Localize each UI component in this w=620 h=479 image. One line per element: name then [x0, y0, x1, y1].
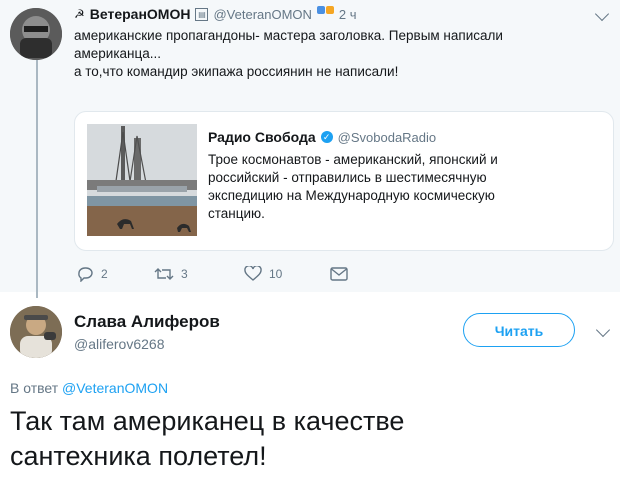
- avatar-image: [10, 306, 62, 358]
- author-handle[interactable]: @VeteranOMON: [213, 7, 311, 22]
- chevron-down-icon[interactable]: [595, 322, 611, 338]
- quoted-tweet-image: [87, 124, 197, 236]
- reply-text-line: Так там американец в качестве: [10, 406, 405, 436]
- verified-badge-icon: ✓: [320, 131, 333, 143]
- avatar[interactable]: [10, 8, 62, 60]
- reply-to-prefix: В ответ: [10, 380, 59, 396]
- reply-to-handle-link[interactable]: @VeteranOMON: [62, 380, 168, 396]
- tweet-header: ☭ ВетеранОМОН ▤ @VeteranOMON 2 ч: [74, 5, 357, 23]
- quoted-text-line: экспедицию на Международную космическую: [208, 188, 495, 203]
- hammer-sickle-icon: ☭: [74, 7, 85, 21]
- star-emoji-icon: [325, 6, 334, 14]
- profile-emoji-icons: [316, 6, 334, 14]
- tweet-actions: 2 3 10: [76, 264, 348, 284]
- author-name[interactable]: Слава Алиферов: [74, 312, 220, 332]
- reply-button[interactable]: 2: [76, 266, 154, 282]
- quoted-author-name[interactable]: Радио Свобода: [208, 129, 316, 145]
- quoted-tweet-header: Радио Свобода ✓ @SvobodaRadio: [208, 129, 436, 145]
- tweet-text: американские пропагандоны- мастера загол…: [74, 27, 594, 81]
- reply-text-line: сантехника полетел!: [10, 441, 267, 471]
- like-count: 10: [269, 267, 283, 281]
- quoted-text-line: станцию.: [208, 206, 265, 221]
- reply-icon: [78, 267, 93, 282]
- envelope-icon: [330, 267, 348, 281]
- reply-count: 2: [101, 267, 108, 281]
- avatar-image: [10, 8, 62, 60]
- thread-line: [36, 58, 38, 298]
- card-icon: ▤: [195, 7, 209, 21]
- direct-message-button[interactable]: [330, 267, 348, 281]
- chevron-down-icon[interactable]: [594, 6, 610, 22]
- launch-site-photo: [87, 124, 197, 236]
- retweet-icon: [154, 268, 174, 280]
- quoted-text-line: Трое космонавтов - американский, японски…: [208, 152, 498, 167]
- like-button[interactable]: 10: [244, 266, 330, 282]
- retweet-button[interactable]: 3: [154, 266, 244, 282]
- quoted-tweet-text: Трое космонавтов - американский, японски…: [208, 151, 543, 223]
- tweet-time[interactable]: 2 ч: [339, 7, 357, 22]
- tweet-text-line: а то,что командир экипажа россиянин не н…: [74, 64, 399, 79]
- reply-context: В ответ @VeteranOMON: [10, 380, 168, 396]
- quoted-author-handle[interactable]: @SvobodaRadio: [338, 130, 436, 145]
- tweet-text-line: американца...: [74, 46, 162, 61]
- reply-tweet-text: Так там американец в качестве сантехника…: [10, 404, 610, 474]
- avatar[interactable]: [10, 306, 62, 358]
- top-tweet: ☭ ВетеранОМОН ▤ @VeteranOMON 2 ч америка…: [0, 0, 620, 298]
- retweet-count: 3: [181, 267, 188, 281]
- author-handle[interactable]: @aliferov6268: [74, 336, 165, 352]
- quoted-text-line: российский - отправились в шестимесячную: [208, 170, 487, 185]
- tweet-text-line: американские пропагандоны- мастера загол…: [74, 28, 503, 43]
- author-name[interactable]: ВетеранОМОН: [90, 6, 191, 22]
- blue-emoji-icon: [316, 6, 325, 14]
- quoted-tweet-card[interactable]: Радио Свобода ✓ @SvobodaRadio Трое космо…: [74, 111, 614, 251]
- heart-icon: [244, 266, 262, 281]
- follow-button[interactable]: Читать: [463, 313, 575, 347]
